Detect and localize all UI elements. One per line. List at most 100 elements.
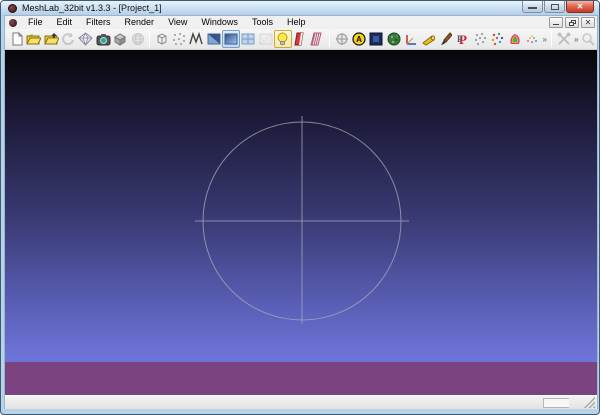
points-icon xyxy=(172,32,186,46)
resize-grip[interactable] xyxy=(584,397,595,408)
flat-lines-icon xyxy=(241,32,255,46)
maximize-button[interactable] xyxy=(544,1,565,13)
close-button[interactable]: ✕ xyxy=(566,1,594,13)
colored-points-button[interactable] xyxy=(489,30,506,48)
minimize-icon xyxy=(528,7,537,9)
rainbow-points-button[interactable] xyxy=(523,30,540,48)
texture-toggle-button[interactable] xyxy=(292,30,309,48)
maximize-icon xyxy=(551,4,559,10)
toolbar-overflow-chevron[interactable]: » xyxy=(540,35,547,44)
window-controls: ✕ xyxy=(521,1,594,14)
wireframe-icon xyxy=(189,32,203,46)
minimize-button[interactable] xyxy=(522,1,543,13)
light-bulb-icon xyxy=(276,32,289,46)
new-document-icon xyxy=(10,32,24,46)
light-toggle-button[interactable] xyxy=(274,30,291,48)
toolbar-separator xyxy=(329,31,330,47)
hidden-lines-button[interactable] xyxy=(257,30,274,48)
camera-icon xyxy=(96,33,111,46)
reload-button[interactable] xyxy=(60,30,77,48)
svg-text:P: P xyxy=(457,34,463,44)
toolbar-separator xyxy=(551,31,552,47)
pdf-export-button[interactable]: PP xyxy=(454,30,471,48)
status-progress-slot xyxy=(543,398,569,408)
mdi-restore-button[interactable] xyxy=(565,17,579,28)
paint-tool-button[interactable] xyxy=(437,30,454,48)
title-bar[interactable]: MeshLab_32bit v1.3.3 - [Project_1] ✕ xyxy=(1,1,599,15)
point-picker-button[interactable] xyxy=(471,30,488,48)
flat-lines-button[interactable] xyxy=(240,30,257,48)
3d-viewport[interactable] xyxy=(5,50,597,362)
points-mode-button[interactable] xyxy=(171,30,188,48)
snapshot-button[interactable] xyxy=(94,30,111,48)
mdi-minimize-button[interactable] xyxy=(549,17,563,28)
yellow-cone-icon xyxy=(421,33,436,46)
globe-icon xyxy=(131,32,145,46)
toolbar: A PP xyxy=(5,29,597,50)
smooth-shading-icon xyxy=(224,32,238,46)
new-document-button[interactable] xyxy=(8,30,25,48)
quality-mapper-button[interactable] xyxy=(309,30,326,48)
hidden-lines-icon xyxy=(259,32,273,46)
smooth-shading-button[interactable] xyxy=(222,30,239,48)
trackball-manipulator xyxy=(5,50,597,362)
menu-windows[interactable]: Windows xyxy=(194,16,245,29)
meshlab-app-icon xyxy=(8,4,17,13)
mdi-window-controls: ✕ xyxy=(547,17,595,28)
texture-icon xyxy=(293,32,307,46)
toolbar-overflow-chevron[interactable]: » xyxy=(572,35,579,44)
background-grid-button[interactable] xyxy=(368,30,385,48)
search-icon xyxy=(581,32,595,46)
flat-shading-button[interactable] xyxy=(205,30,222,48)
menu-filters[interactable]: Filters xyxy=(79,16,118,29)
layers-cube-icon xyxy=(113,32,127,46)
env-map-button[interactable] xyxy=(385,30,402,48)
mdi-minimize-icon xyxy=(553,24,559,25)
svg-text:A: A xyxy=(356,35,362,44)
window-title: MeshLab_32bit v1.3.3 - [Project_1] xyxy=(22,1,162,15)
menu-view[interactable]: View xyxy=(161,16,194,29)
trackball-icon xyxy=(335,32,349,46)
web-export-button[interactable] xyxy=(129,30,146,48)
bbox-mode-button[interactable] xyxy=(153,30,170,48)
text-annotation-button[interactable]: A xyxy=(350,30,367,48)
search-button[interactable] xyxy=(580,30,597,48)
mesh-info-strip xyxy=(5,362,597,395)
project-document-icon[interactable] xyxy=(9,19,17,27)
save-diamond-icon xyxy=(78,32,93,46)
trackball-toggle-button[interactable] xyxy=(333,30,350,48)
cut-tool-button[interactable] xyxy=(555,30,572,48)
reload-icon xyxy=(61,32,75,46)
letter-p-icon: PP xyxy=(456,32,470,46)
open-folder-icon xyxy=(26,32,41,46)
menu-render[interactable]: Render xyxy=(118,16,162,29)
show-axis-button[interactable] xyxy=(402,30,419,48)
menu-edit[interactable]: Edit xyxy=(50,16,80,29)
background-image-icon xyxy=(369,32,383,46)
textured-sphere-icon xyxy=(387,32,401,46)
open-project-button[interactable] xyxy=(25,30,42,48)
axis-icon xyxy=(404,32,418,46)
mdi-close-button[interactable]: ✕ xyxy=(581,17,595,28)
wireframe-mode-button[interactable] xyxy=(188,30,205,48)
gray-point-cloud-icon xyxy=(473,32,487,46)
colorful-mesh-button[interactable] xyxy=(506,30,523,48)
paint-brush-icon xyxy=(438,32,452,46)
menu-tools[interactable]: Tools xyxy=(245,16,280,29)
menu-bar: File Edit Filters Render View Windows To… xyxy=(5,16,597,29)
import-mesh-button[interactable] xyxy=(43,30,60,48)
quality-stripes-icon xyxy=(310,32,324,46)
rainbow-dots-icon xyxy=(525,32,539,46)
client-area: File Edit Filters Render View Windows To… xyxy=(4,15,598,409)
cone-picker-button[interactable] xyxy=(419,30,436,48)
scissors-x-icon xyxy=(557,32,571,46)
bbox-wire-cube-icon xyxy=(155,32,169,46)
meshlab-window: MeshLab_32bit v1.3.3 - [Project_1] ✕ Fil… xyxy=(0,0,600,415)
menu-help[interactable]: Help xyxy=(280,16,313,29)
layer-dialog-button[interactable] xyxy=(112,30,129,48)
flat-shading-icon xyxy=(207,32,221,46)
letter-a-icon: A xyxy=(352,32,366,46)
status-bar xyxy=(5,395,597,409)
menu-file[interactable]: File xyxy=(21,16,50,29)
save-project-button[interactable] xyxy=(77,30,94,48)
